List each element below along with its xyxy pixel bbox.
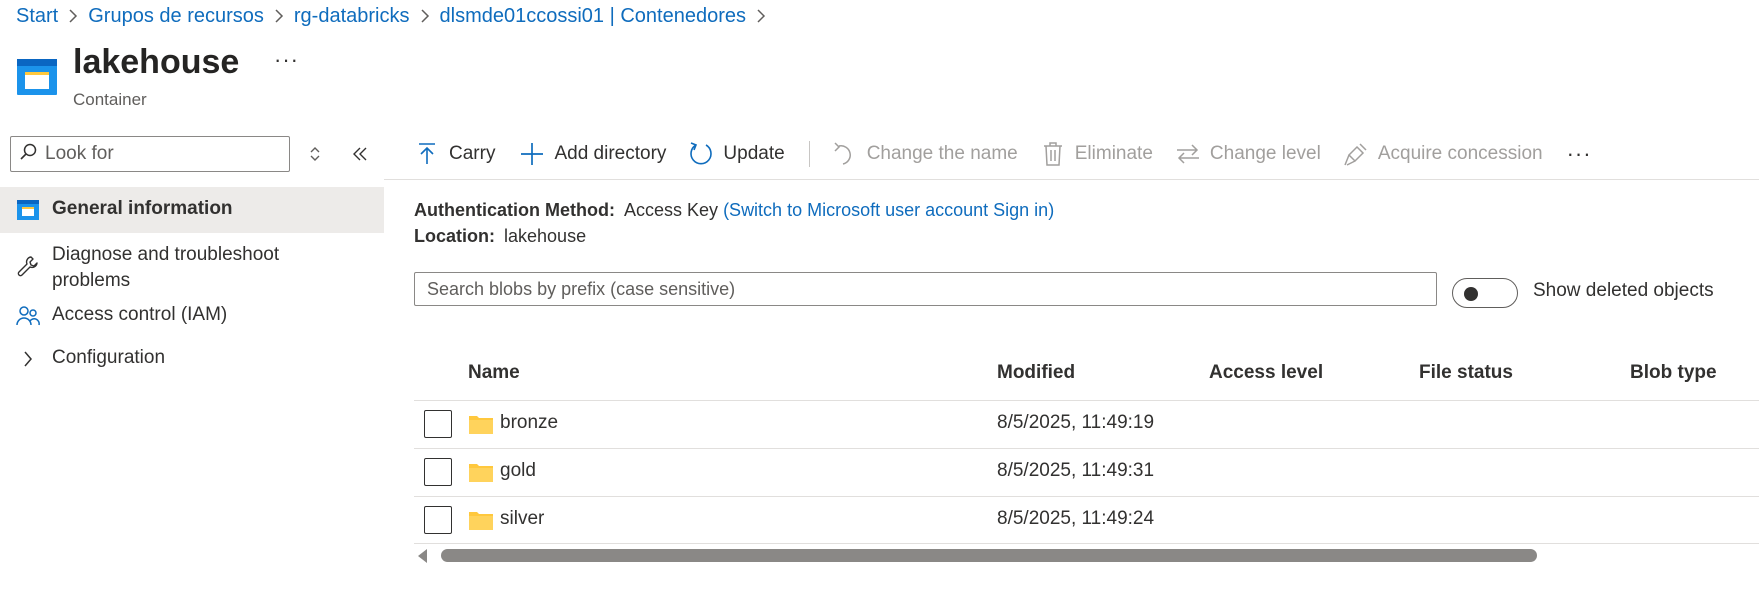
column-header-file-status[interactable]: File status xyxy=(1419,362,1513,384)
lease-icon xyxy=(1343,141,1369,167)
sidebar-item-label: Diagnose and troubleshoot problems xyxy=(52,244,280,291)
rename-icon xyxy=(832,141,858,167)
collapse-sidebar-icon[interactable] xyxy=(346,140,374,168)
column-header-blob-type[interactable]: Blob type xyxy=(1630,362,1717,384)
auth-method-label: Authentication Method: xyxy=(414,200,615,220)
chevron-right-icon xyxy=(58,8,88,24)
sidebar-search-input[interactable] xyxy=(45,143,285,165)
delete-label: Eliminate xyxy=(1074,143,1153,164)
modified-date: 8/5/2025, 11:49:19 xyxy=(997,412,1155,433)
chevron-right-icon xyxy=(410,8,440,24)
rename-button[interactable]: Change the name xyxy=(832,136,1018,172)
modified-date: 8/5/2025, 11:49:31 xyxy=(997,460,1155,481)
chevron-right-icon xyxy=(746,8,776,24)
folder-name[interactable]: gold xyxy=(500,460,536,482)
show-deleted-label: Show deleted objects xyxy=(1533,280,1714,301)
page-subtitle: Container xyxy=(73,90,147,109)
table-divider xyxy=(414,543,1759,544)
rename-label: Change the name xyxy=(866,143,1018,164)
change-tier-button[interactable]: Change level xyxy=(1175,136,1321,172)
breadcrumb-storage-containers[interactable]: dlsmde01ccossi01 | Contenedores xyxy=(440,5,746,28)
delete-button[interactable]: Eliminate xyxy=(1040,136,1153,172)
modified-date: 8/5/2025, 11:49:24 xyxy=(997,508,1155,529)
sidebar-item-general-information[interactable]: General information xyxy=(0,187,384,233)
trash-icon xyxy=(1040,141,1066,167)
row-checkbox[interactable] xyxy=(424,410,452,438)
scroll-left-icon[interactable] xyxy=(418,549,427,563)
scrollbar-thumb[interactable] xyxy=(441,549,1537,562)
location-value: lakehouse xyxy=(504,226,587,246)
resource-header: lakehouse Container ··· xyxy=(16,42,298,112)
toggle-knob xyxy=(1464,287,1478,301)
breadcrumb-start[interactable]: Start xyxy=(16,5,58,28)
column-header-name[interactable]: Name xyxy=(468,362,520,384)
toolbar-separator xyxy=(384,179,1759,180)
sidebar-nav: General information Diagnose and trouble… xyxy=(0,187,384,387)
column-header-access-level[interactable]: Access level xyxy=(1209,362,1323,384)
table-row[interactable]: gold 8/5/2025, 11:49:31 xyxy=(414,449,1759,495)
sidebar-item-label: General information xyxy=(52,198,233,219)
page-title: lakehouse xyxy=(73,43,240,81)
chevron-right-icon xyxy=(16,347,40,371)
blob-search-input[interactable] xyxy=(414,272,1437,306)
column-header-modified[interactable]: Modified xyxy=(997,362,1075,384)
wrench-icon xyxy=(16,254,40,278)
command-bar: Carry Add directory Update Change the na… xyxy=(414,136,1592,172)
sidebar-item-access-control[interactable]: Access control (IAM) xyxy=(0,295,384,341)
breadcrumb-resource-groups[interactable]: Grupos de recursos xyxy=(88,5,264,28)
acquire-lease-label: Acquire concession xyxy=(1377,143,1543,164)
add-directory-button[interactable]: Add directory xyxy=(519,136,666,172)
refresh-label: Update xyxy=(723,143,785,164)
sidebar: General information Diagnose and trouble… xyxy=(0,130,384,592)
show-deleted-toggle[interactable] xyxy=(1452,278,1518,308)
swap-icon xyxy=(1175,141,1201,167)
folder-name[interactable]: silver xyxy=(500,508,544,530)
toolbar-divider xyxy=(808,141,810,167)
expand-collapse-icon[interactable] xyxy=(301,140,329,168)
acquire-lease-button[interactable]: Acquire concession xyxy=(1343,136,1543,172)
auth-method-line: Authentication Method: Access Key (Switc… xyxy=(414,198,1054,222)
sidebar-item-diagnose[interactable]: Diagnose and troubleshoot problems xyxy=(0,233,384,295)
container-icon xyxy=(16,198,40,222)
more-options-button[interactable]: ··· xyxy=(274,47,299,73)
refresh-button[interactable]: Update xyxy=(688,136,785,172)
location-label: Location: xyxy=(414,226,495,246)
row-checkbox[interactable] xyxy=(424,506,452,534)
folder-icon xyxy=(468,509,494,531)
switch-auth-link[interactable]: (Switch to Microsoft user account Sign i… xyxy=(723,200,1054,220)
sidebar-item-configuration[interactable]: Configuration xyxy=(0,341,384,387)
sidebar-search[interactable] xyxy=(10,136,290,172)
plus-icon xyxy=(519,141,545,167)
add-directory-label: Add directory xyxy=(554,143,667,164)
breadcrumb-resource-group[interactable]: rg-databricks xyxy=(294,5,410,28)
change-tier-label: Change level xyxy=(1209,143,1321,164)
chevron-right-icon xyxy=(264,8,294,24)
breadcrumb: Start Grupos de recursos rg-databricks d… xyxy=(16,3,776,29)
table-row[interactable]: silver 8/5/2025, 11:49:24 xyxy=(414,497,1759,543)
sidebar-item-label: Configuration xyxy=(52,347,166,368)
auth-method-value: Access Key xyxy=(624,200,719,220)
folder-icon xyxy=(468,413,494,435)
folder-name[interactable]: bronze xyxy=(500,412,558,434)
location-line: Location: lakehouse xyxy=(414,224,586,248)
horizontal-scrollbar[interactable] xyxy=(414,546,1759,564)
search-icon xyxy=(19,143,37,166)
toolbar-more-button[interactable]: ··· xyxy=(1567,136,1592,172)
sidebar-item-label: Access control (IAM) xyxy=(52,304,228,325)
people-icon xyxy=(16,304,40,328)
container-icon xyxy=(16,58,58,96)
folder-icon xyxy=(468,461,494,483)
upload-icon xyxy=(414,141,440,167)
row-checkbox[interactable] xyxy=(424,458,452,486)
table-row[interactable]: bronze 8/5/2025, 11:49:19 xyxy=(414,401,1759,447)
upload-button[interactable]: Carry xyxy=(414,136,495,172)
upload-label: Carry xyxy=(449,143,496,164)
refresh-icon xyxy=(688,141,714,167)
